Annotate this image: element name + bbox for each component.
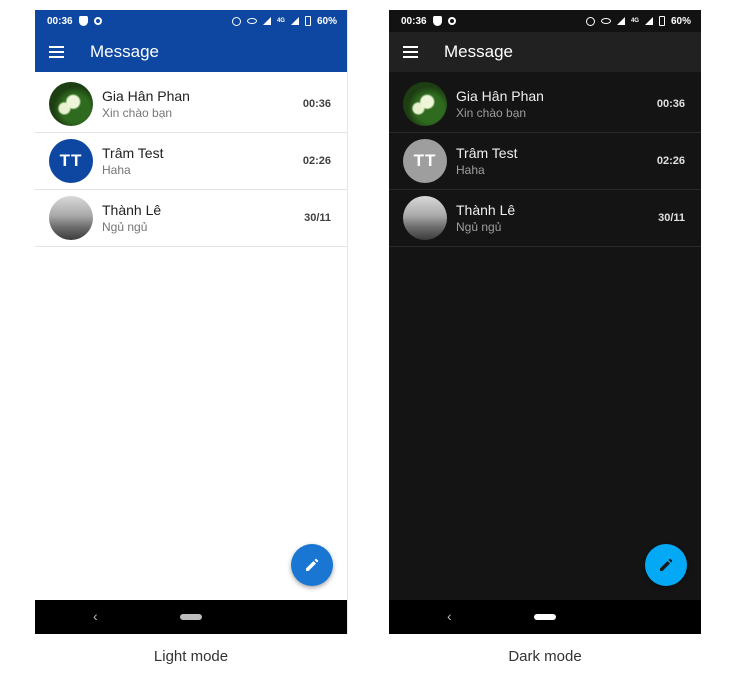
contact-name: Thành Lê [102, 202, 162, 218]
pencil-icon [306, 558, 319, 571]
contact-name: Trâm Test [102, 145, 164, 161]
caption-light-mode: Light mode [153, 648, 229, 665]
avatar [49, 82, 93, 126]
contact-name: Gia Hân Phan [456, 88, 544, 104]
contact-name: Thành Lê [456, 202, 516, 218]
message-time: 02:26 [302, 155, 331, 167]
status-bar: 00:36 4G 60% [35, 10, 347, 32]
conversation-item[interactable]: TT Trâm Test Haha 02:26 [35, 133, 347, 190]
signal-icon [262, 17, 271, 25]
shield-icon [78, 16, 88, 26]
message-preview: Haha [102, 163, 131, 177]
app-bar: Message [389, 32, 701, 72]
shield-icon [432, 16, 442, 26]
message-preview: Ngủ ngủ [102, 220, 148, 234]
message-time: 30/11 [658, 212, 685, 224]
contact-name: Trâm Test [456, 145, 518, 161]
message-preview: Ngủ ngủ [456, 220, 502, 234]
conversation-list: Gia Hân Phan Xin chào bạn 00:36 TT Trâm … [35, 76, 347, 247]
status-bar: 00:36 4G 60% [389, 10, 701, 32]
alarm-icon [585, 16, 595, 26]
home-button[interactable] [180, 614, 202, 620]
signal-icon [616, 17, 625, 25]
page-title: Message [90, 42, 159, 61]
navigation-bar: ‹ [389, 600, 701, 634]
navigation-bar: ‹ [35, 600, 347, 634]
compose-button[interactable] [291, 544, 333, 586]
avatar: TT [49, 139, 93, 183]
menu-icon[interactable] [49, 46, 64, 58]
conversation-list: Gia Hân Phan Xin chào bạn 00:36 TT Trâm … [389, 76, 701, 247]
avatar [403, 82, 447, 126]
conversation-item[interactable]: Thành Lê Ngủ ngủ 30/11 [35, 190, 347, 247]
back-icon[interactable]: ‹ [447, 608, 452, 624]
compose-button[interactable] [645, 544, 687, 586]
message-time: 30/11 [304, 212, 331, 224]
battery-percent: 60% [316, 15, 337, 27]
conversation-item[interactable]: Thành Lê Ngủ ngủ 30/11 [389, 190, 701, 247]
page-title: Message [444, 42, 513, 61]
app-bar: Message [35, 32, 347, 72]
avatar [403, 196, 447, 240]
eye-icon [600, 18, 611, 24]
signal-icon [644, 17, 653, 25]
conversation-item[interactable]: Gia Hân Phan Xin chào bạn 00:36 [35, 76, 347, 133]
eye-icon [246, 18, 257, 24]
message-preview: Xin chào bạn [456, 106, 527, 120]
message-preview: Xin chào bạn [102, 106, 173, 120]
conversation-item[interactable]: TT Trâm Test Haha 02:26 [389, 133, 701, 190]
battery-icon [658, 16, 665, 26]
alarm-icon [231, 16, 241, 26]
phone-dark-mode: 00:36 4G 60% Message Gia Hân Phan Xin ch… [389, 10, 701, 634]
message-time: 02:26 [656, 155, 685, 167]
pencil-icon [660, 558, 673, 571]
caption-dark-mode: Dark mode [508, 648, 582, 665]
battery-icon [304, 16, 311, 26]
network-type: 4G [276, 18, 285, 24]
message-time: 00:36 [656, 98, 685, 110]
avatar [49, 196, 93, 240]
contact-name: Gia Hân Phan [102, 88, 190, 104]
conversation-item[interactable]: Gia Hân Phan Xin chào bạn 00:36 [389, 76, 701, 133]
signal-icon [290, 17, 299, 25]
battery-percent: 60% [670, 15, 691, 27]
sync-icon [93, 17, 102, 25]
sync-icon [447, 17, 456, 25]
back-icon[interactable]: ‹ [93, 608, 98, 624]
menu-icon[interactable] [403, 46, 418, 58]
message-time: 00:36 [302, 98, 331, 110]
home-button[interactable] [534, 614, 556, 620]
network-type: 4G [630, 18, 639, 24]
phone-light-mode: 00:36 4G 60% Message Gia Hân Phan Xin ch… [35, 10, 348, 634]
avatar: TT [403, 139, 447, 183]
message-preview: Haha [456, 163, 485, 177]
status-time: 00:36 [47, 15, 73, 27]
status-time: 00:36 [401, 15, 427, 27]
